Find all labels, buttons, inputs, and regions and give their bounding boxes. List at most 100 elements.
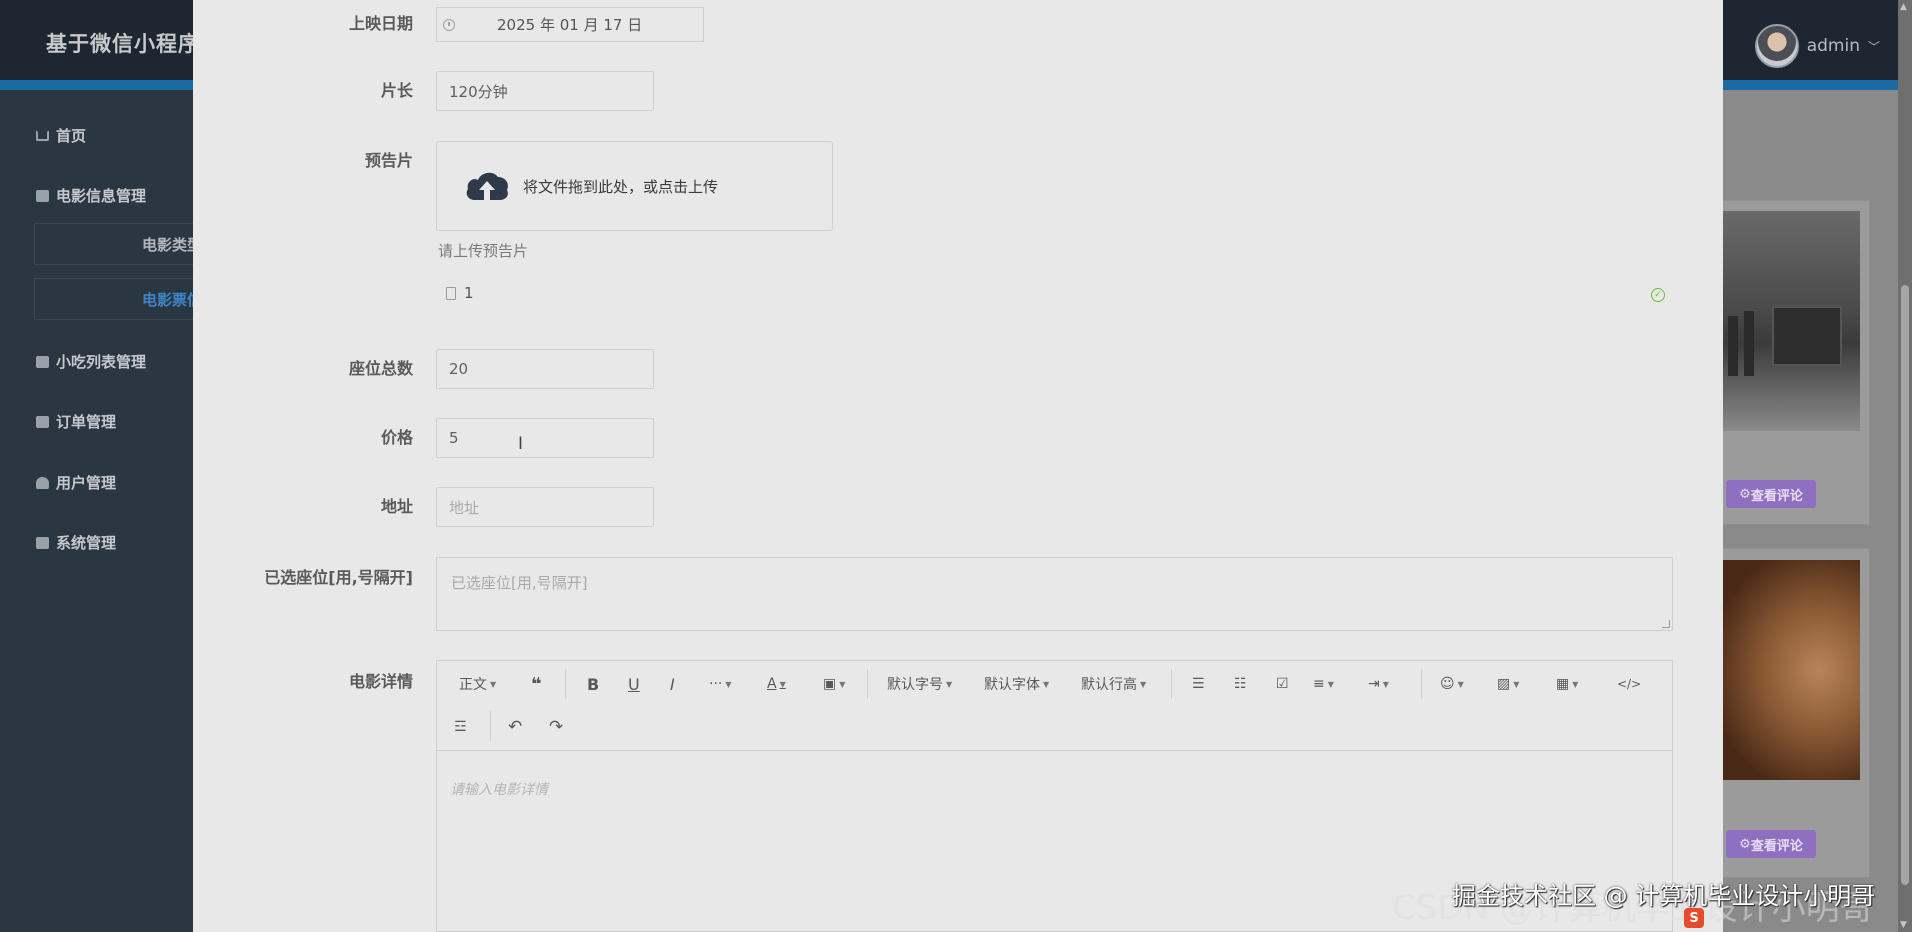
dropdown-label: 默认字体 xyxy=(984,677,1040,693)
trailer-upload-dropzone[interactable]: 将文件拖到此处，或点击上传 xyxy=(436,141,833,231)
sidebar: 首页 电影信息管理 电影类型 电影票信 小吃列表管理 订单管理 用户管理 系统管… xyxy=(0,90,194,932)
page-scrollbar[interactable]: ▲ ▼ xyxy=(1898,0,1912,932)
sidebar-item-snacks[interactable]: 小吃列表管理 xyxy=(36,351,146,372)
address-input[interactable]: 地址 xyxy=(436,487,654,527)
dropdown-label: 默认行高 xyxy=(1081,677,1137,693)
home-icon xyxy=(36,130,49,141)
selected-seats-textarea[interactable]: 已选座位[用,号隔开] xyxy=(436,557,1673,631)
edit-movie-dialog: 上映日期 2025 年 01 月 17 日 片长 120分钟 预告片 将文件拖到… xyxy=(193,0,1723,932)
button-label: 查看评论 xyxy=(1750,488,1803,504)
line-height-dropdown[interactable]: 默认行高 ▼ xyxy=(1081,670,1146,698)
undo-icon[interactable]: ↶ xyxy=(508,713,522,741)
trailer-label: 预告片 xyxy=(364,151,413,170)
sidebar-item-home[interactable]: 首页 xyxy=(36,125,86,146)
document-icon xyxy=(446,286,456,300)
sidebar-item-label: 首页 xyxy=(56,127,87,145)
scroll-up-icon[interactable]: ▲ xyxy=(1900,2,1907,12)
duration-label: 片长 xyxy=(380,81,413,100)
uploaded-file-name[interactable]: 1 xyxy=(464,284,474,302)
upload-drop-text: 将文件拖到此处，或点击上传 xyxy=(523,177,719,196)
indent-icon[interactable]: ⇥ ▼ xyxy=(1368,670,1389,698)
cloud-upload-icon xyxy=(466,172,508,200)
duration-input[interactable]: 120分钟 xyxy=(436,71,654,111)
release-date-picker[interactable]: 2025 年 01 月 17 日 xyxy=(436,7,704,42)
address-label: 地址 xyxy=(380,497,413,516)
sidebar-subitem-movie-ticket[interactable]: 电影票信 xyxy=(34,278,194,320)
selected-seats-placeholder: 已选座位[用,号隔开] xyxy=(451,574,588,592)
view-comments-button[interactable]: ⚙ 查看评论 xyxy=(1726,480,1816,508)
selected-seats-label: 已选座位[用,号隔开] xyxy=(264,568,413,587)
sidebar-subitem-label: 电影票信 xyxy=(141,290,194,309)
sidebar-item-label: 用户管理 xyxy=(56,474,117,492)
seats-total-input[interactable]: 20 xyxy=(436,349,654,389)
release-date-label: 上映日期 xyxy=(348,14,413,33)
background-color-icon[interactable]: ▣ ▼ xyxy=(823,670,845,698)
toolbar-divider xyxy=(867,669,868,699)
chevron-down-icon[interactable]: ﹀ xyxy=(1868,38,1880,55)
paragraph-format-dropdown[interactable]: 正文 ▼ xyxy=(459,670,496,698)
table-icon[interactable]: ▦ ▼ xyxy=(1556,670,1578,698)
font-family-dropdown[interactable]: 默认字体 ▼ xyxy=(984,670,1049,698)
toolbar-divider xyxy=(1171,669,1172,699)
sidebar-item-system[interactable]: 系统管理 xyxy=(36,532,116,553)
emoji-icon[interactable]: ☺ ▼ xyxy=(1440,670,1464,698)
more-text-styles-icon[interactable]: ··· ▼ xyxy=(709,670,732,698)
sidebar-item-movie-info[interactable]: 电影信息管理 xyxy=(36,185,146,206)
image-icon[interactable]: ▨ ▼ xyxy=(1497,670,1519,698)
clock-icon xyxy=(443,18,455,31)
movie-poster xyxy=(1722,211,1860,431)
sogou-ime-icon[interactable]: S xyxy=(1684,908,1704,928)
dropdown-label: 正文 xyxy=(459,677,487,693)
numbered-list-icon[interactable]: ☷ xyxy=(1234,670,1247,698)
upload-tip: 请上传预告片 xyxy=(438,242,529,260)
redo-icon[interactable]: ↷ xyxy=(549,713,563,741)
font-size-dropdown[interactable]: 默认字号 ▼ xyxy=(887,670,952,698)
gear-icon: ⚙ xyxy=(1739,486,1751,502)
system-tray: S xyxy=(1684,904,1912,932)
code-icon[interactable]: </> xyxy=(1617,670,1641,698)
price-label: 价格 xyxy=(380,428,413,447)
editor-placeholder: 请输入电影详情 xyxy=(450,782,548,798)
sidebar-item-label: 小吃列表管理 xyxy=(56,353,147,371)
movie-poster xyxy=(1722,560,1860,780)
editor-toolbar: 正文 ▼ ❝ B U I ··· ▼ A ▼ ▣ ▼ 默认字号 ▼ 默认字体 ▼ 默认行高 ▼… xyxy=(437,661,1672,751)
sidebar-item-label: 系统管理 xyxy=(56,534,117,552)
scrollbar-thumb[interactable] xyxy=(1901,285,1909,885)
divider-line-icon[interactable]: ☲ xyxy=(454,713,467,741)
quote-icon[interactable]: ❝ xyxy=(531,670,542,698)
sidebar-subitem-label: 电影类型 xyxy=(141,235,194,254)
sidebar-item-users[interactable]: 用户管理 xyxy=(36,472,116,493)
view-comments-button[interactable]: ⚙ 查看评论 xyxy=(1726,830,1816,858)
success-check-icon: ✓ xyxy=(1651,288,1665,302)
briefcase-icon xyxy=(36,355,49,368)
sidebar-item-label: 电影信息管理 xyxy=(56,187,147,205)
username[interactable]: admin xyxy=(1807,36,1860,56)
bold-icon[interactable]: B xyxy=(587,670,599,698)
movie-details-label: 电影详情 xyxy=(348,672,413,691)
avatar[interactable] xyxy=(1754,24,1799,68)
italic-icon[interactable]: I xyxy=(670,670,675,698)
sidebar-item-orders[interactable]: 订单管理 xyxy=(36,411,116,432)
toolbar-divider xyxy=(565,669,566,699)
uploaded-file-item[interactable]: 1 xyxy=(446,284,474,302)
underline-icon[interactable]: U xyxy=(628,670,640,698)
text-cursor-icon: I xyxy=(518,434,524,454)
todo-list-icon[interactable]: ☑ xyxy=(1276,670,1289,698)
align-icon[interactable]: ≡ ▼ xyxy=(1313,670,1334,698)
user-icon xyxy=(36,476,49,489)
toolbar-divider xyxy=(1421,669,1422,699)
sidebar-item-label: 订单管理 xyxy=(56,413,117,431)
dropdown-label: 默认字号 xyxy=(887,677,943,693)
release-date-value: 2025 年 01 月 17 日 xyxy=(497,16,643,34)
button-label: 查看评论 xyxy=(1750,838,1803,854)
user-menu[interactable]: admin ﹀ xyxy=(1754,24,1880,68)
sidebar-subitem-movie-type[interactable]: 电影类型 xyxy=(34,223,194,265)
font-color-icon[interactable]: A ▼ xyxy=(767,670,786,698)
toolbar-divider xyxy=(490,711,491,741)
cog-icon xyxy=(36,536,49,549)
price-input[interactable]: 5 xyxy=(436,418,654,458)
bulleted-list-icon[interactable]: ☰ xyxy=(1192,670,1205,698)
grid-icon xyxy=(36,415,49,428)
app-title: 基于微信小程序 xyxy=(46,32,200,56)
resize-handle-icon[interactable] xyxy=(1662,620,1670,628)
